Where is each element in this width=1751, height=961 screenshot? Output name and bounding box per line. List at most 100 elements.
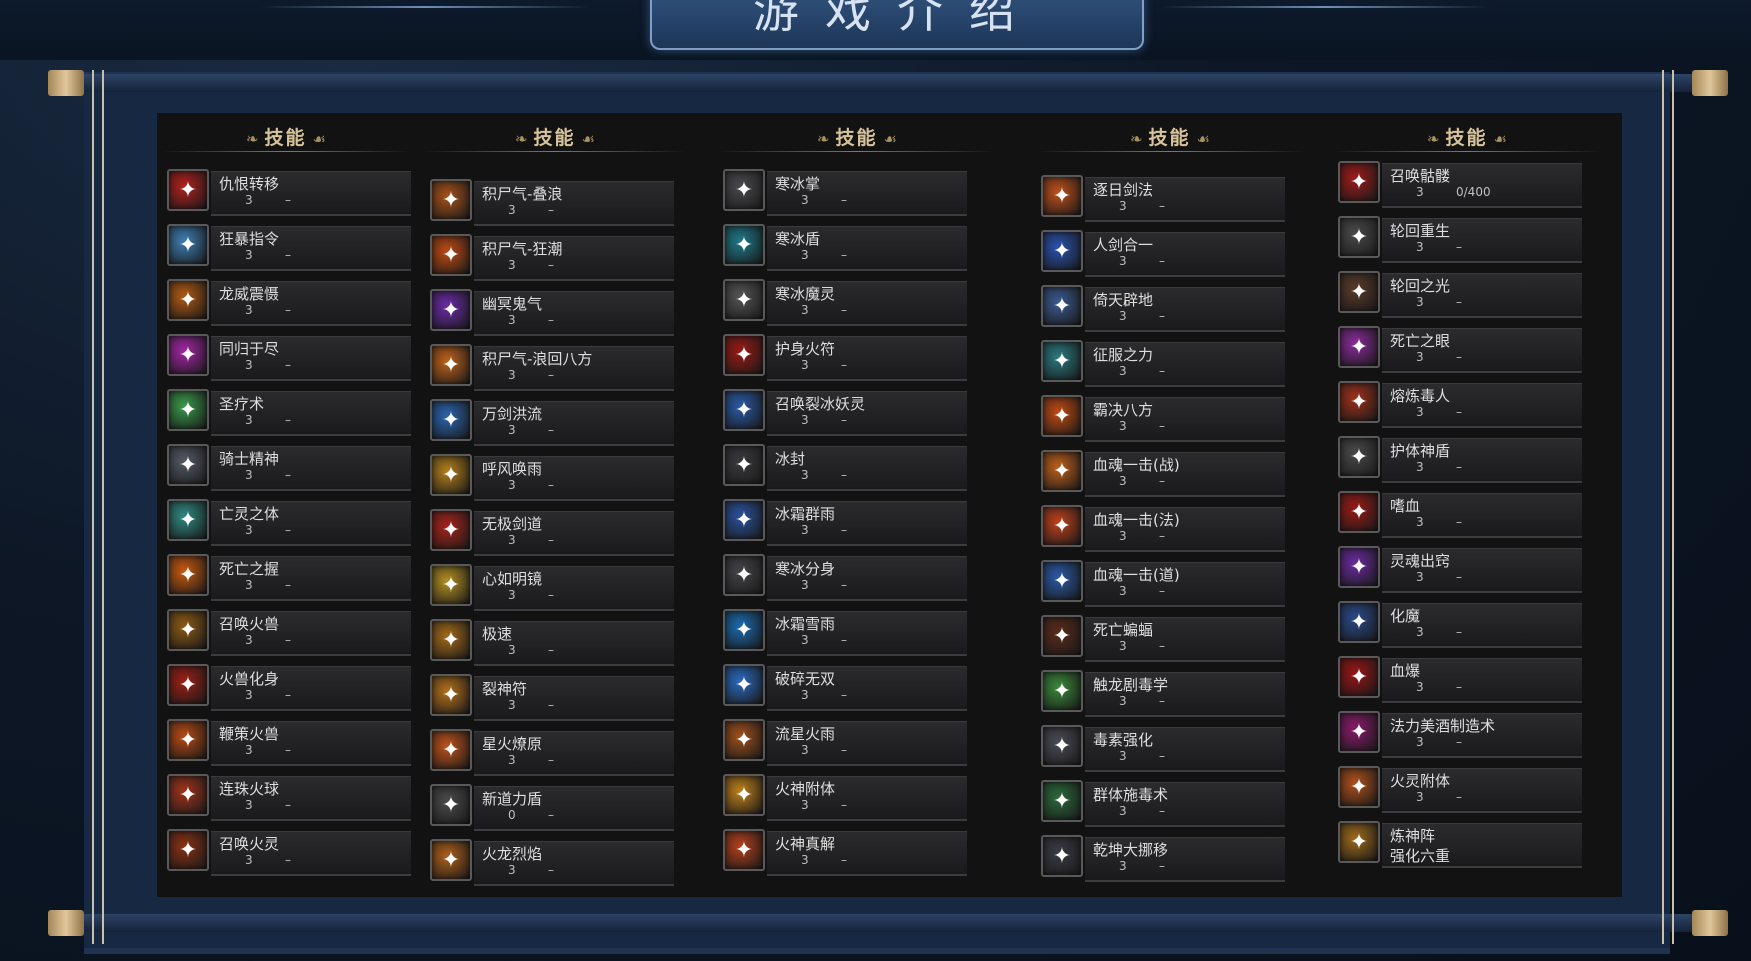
blood-soul-warrior-icon[interactable]: ✦ (1041, 450, 1083, 492)
skill-entry[interactable]: ✦ 血魂一击(法) 3 – (1041, 505, 1285, 553)
skill-entry[interactable]: ✦ 触龙剧毒学 3 – (1041, 670, 1285, 718)
skill-entry[interactable]: ✦ 寒冰分身 3 – (723, 554, 967, 602)
skill-entry[interactable]: ✦ 霸决八方 3 – (1041, 395, 1285, 443)
skill-entry[interactable]: ✦ 火神附体 3 – (723, 774, 967, 822)
skill-entry[interactable]: ✦ 死亡之眼 3 – (1338, 326, 1582, 374)
ice-shield-icon[interactable]: ✦ (723, 224, 765, 266)
skill-entry[interactable]: ✦ 火龙烈焰 3 – (430, 839, 674, 887)
skill-entry[interactable]: ✦ 召唤裂冰妖灵 3 – (723, 389, 967, 437)
bloodthirst-icon[interactable]: ✦ (1338, 491, 1380, 533)
force-shield-icon[interactable]: ✦ (430, 784, 472, 826)
sword-torrent-icon[interactable]: ✦ (430, 399, 472, 441)
meteor-rain-icon[interactable]: ✦ (723, 719, 765, 761)
fire-god-truth-icon[interactable]: ✦ (723, 829, 765, 871)
skill-entry[interactable]: ✦ 流星火雨 3 – (723, 719, 967, 767)
berserk-command-icon[interactable]: ✦ (167, 224, 209, 266)
infinite-sword-icon[interactable]: ✦ (430, 509, 472, 551)
holy-heal-icon[interactable]: ✦ (167, 389, 209, 431)
fire-talisman-icon[interactable]: ✦ (723, 334, 765, 376)
death-grip-icon[interactable]: ✦ (167, 554, 209, 596)
skill-entry[interactable]: ✦ 血魂一击(道) 3 – (1041, 560, 1285, 608)
frost-snow-icon[interactable]: ✦ (723, 609, 765, 651)
blood-soul-mage-icon[interactable]: ✦ (1041, 505, 1083, 547)
spirit-array-icon[interactable]: ✦ (1338, 821, 1380, 863)
skill-entry[interactable]: ✦ 裂神符 3 – (430, 674, 674, 722)
mana-wine-icon[interactable]: ✦ (1338, 711, 1380, 753)
skill-entry[interactable]: ✦ 龙威震慑 3 – (167, 279, 411, 327)
skill-entry[interactable]: ✦ 乾坤大挪移 3 – (1041, 835, 1285, 883)
skill-entry[interactable]: ✦ 积尸气-浪回八方 3 – (430, 344, 674, 392)
skill-entry[interactable]: ✦ 倚天辟地 3 – (1041, 285, 1285, 333)
reincarnation-icon[interactable]: ✦ (1338, 216, 1380, 258)
skill-entry[interactable]: ✦ 狂暴指令 3 – (167, 224, 411, 272)
skill-entry[interactable]: ✦ 寒冰掌 3 – (723, 169, 967, 217)
skill-entry[interactable]: ✦ 群体施毒术 3 – (1041, 780, 1285, 828)
skill-entry[interactable]: ✦ 灵魂出窍 3 – (1338, 546, 1582, 594)
skill-entry[interactable]: ✦ 无极剑道 3 – (430, 509, 674, 557)
skill-entry[interactable]: ✦ 火灵附体 3 – (1338, 766, 1582, 814)
dragon-poison-icon[interactable]: ✦ (1041, 670, 1083, 712)
divine-shield-icon[interactable]: ✦ (1338, 436, 1380, 478)
domination-icon[interactable]: ✦ (1041, 395, 1083, 437)
conquer-force-icon[interactable]: ✦ (1041, 340, 1083, 382)
heaven-split-icon[interactable]: ✦ (1041, 285, 1083, 327)
skill-entry[interactable]: ✦ 同归于尽 3 – (167, 334, 411, 382)
skill-entry[interactable]: ✦ 寒冰魔灵 3 – (723, 279, 967, 327)
skill-entry[interactable]: ✦ 征服之力 3 – (1041, 340, 1285, 388)
toxin-boost-icon[interactable]: ✦ (1041, 725, 1083, 767)
summon-wind-rain-icon[interactable]: ✦ (430, 454, 472, 496)
skill-entry[interactable]: ✦ 炼神阵 强化六重 (1338, 821, 1582, 869)
skill-entry[interactable]: ✦ 冰霜雪雨 3 – (723, 609, 967, 657)
skill-entry[interactable]: ✦ 积尸气-叠浪 3 – (430, 179, 674, 227)
skill-entry[interactable]: ✦ 轮回重生 3 – (1338, 216, 1582, 264)
corpse-qi-eight-icon[interactable]: ✦ (430, 344, 472, 386)
skill-entry[interactable]: ✦ 仇恨转移 3 – (167, 169, 411, 217)
skill-entry[interactable]: ✦ 连珠火球 3 – (167, 774, 411, 822)
summon-ice-spirit-icon[interactable]: ✦ (723, 389, 765, 431)
skill-entry[interactable]: ✦ 毒素强化 3 – (1041, 725, 1285, 773)
skill-entry[interactable]: ✦ 破碎无双 3 – (723, 664, 967, 712)
knight-spirit-icon[interactable]: ✦ (167, 444, 209, 486)
skill-entry[interactable]: ✦ 熔炼毒人 3 – (1338, 381, 1582, 429)
frost-rain-icon[interactable]: ✦ (723, 499, 765, 541)
skill-entry[interactable]: ✦ 召唤骷髅 3 0/400 (1338, 161, 1582, 209)
skill-entry[interactable]: ✦ 嗜血 3 – (1338, 491, 1582, 539)
skill-entry[interactable]: ✦ 血魂一击(战) 3 – (1041, 450, 1285, 498)
skill-entry[interactable]: ✦ 火神真解 3 – (723, 829, 967, 877)
skill-entry[interactable]: ✦ 寒冰盾 3 – (723, 224, 967, 272)
fire-dragon-flame-icon[interactable]: ✦ (430, 839, 472, 881)
skill-entry[interactable]: ✦ 极速 3 – (430, 619, 674, 667)
whip-fire-beast-icon[interactable]: ✦ (167, 719, 209, 761)
undead-body-icon[interactable]: ✦ (167, 499, 209, 541)
hatred-shift-icon[interactable]: ✦ (167, 169, 209, 211)
corpse-qi-tide-icon[interactable]: ✦ (430, 234, 472, 276)
death-eye-icon[interactable]: ✦ (1338, 326, 1380, 368)
skill-entry[interactable]: ✦ 法力美酒制造术 3 – (1338, 711, 1582, 759)
skill-entry[interactable]: ✦ 积尸气-狂潮 3 – (430, 234, 674, 282)
skill-entry[interactable]: ✦ 血爆 3 – (1338, 656, 1582, 704)
freeze-icon[interactable]: ✦ (723, 444, 765, 486)
skill-entry[interactable]: ✦ 冰霜群雨 3 – (723, 499, 967, 547)
fire-spirit-possession-icon[interactable]: ✦ (1338, 766, 1380, 808)
skill-entry[interactable]: ✦ 召唤火兽 3 – (167, 609, 411, 657)
starfire-icon[interactable]: ✦ (430, 729, 472, 771)
rift-talisman-icon[interactable]: ✦ (430, 674, 472, 716)
skill-entry[interactable]: ✦ 召唤火灵 3 – (167, 829, 411, 877)
skill-entry[interactable]: ✦ 化魔 3 – (1338, 601, 1582, 649)
skill-entry[interactable]: ✦ 护体神盾 3 – (1338, 436, 1582, 484)
nether-ghost-qi-icon[interactable]: ✦ (430, 289, 472, 331)
clear-mind-icon[interactable]: ✦ (430, 564, 472, 606)
summon-fire-beast-icon[interactable]: ✦ (167, 609, 209, 651)
skill-entry[interactable]: ✦ 死亡之握 3 – (167, 554, 411, 602)
skill-entry[interactable]: ✦ 心如明镜 3 – (430, 564, 674, 612)
skill-entry[interactable]: ✦ 死亡蝙蝠 3 – (1041, 615, 1285, 663)
skill-entry[interactable]: ✦ 幽冥鬼气 3 – (430, 289, 674, 337)
reincarnation-light-icon[interactable]: ✦ (1338, 271, 1380, 313)
fireball-chain-icon[interactable]: ✦ (167, 774, 209, 816)
skill-entry[interactable]: ✦ 火兽化身 3 – (167, 664, 411, 712)
demonize-icon[interactable]: ✦ (1338, 601, 1380, 643)
skill-entry[interactable]: ✦ 轮回之光 3 – (1338, 271, 1582, 319)
death-bat-icon[interactable]: ✦ (1041, 615, 1083, 657)
skill-entry[interactable]: ✦ 冰封 3 – (723, 444, 967, 492)
sun-chasing-sword-icon[interactable]: ✦ (1041, 175, 1083, 217)
